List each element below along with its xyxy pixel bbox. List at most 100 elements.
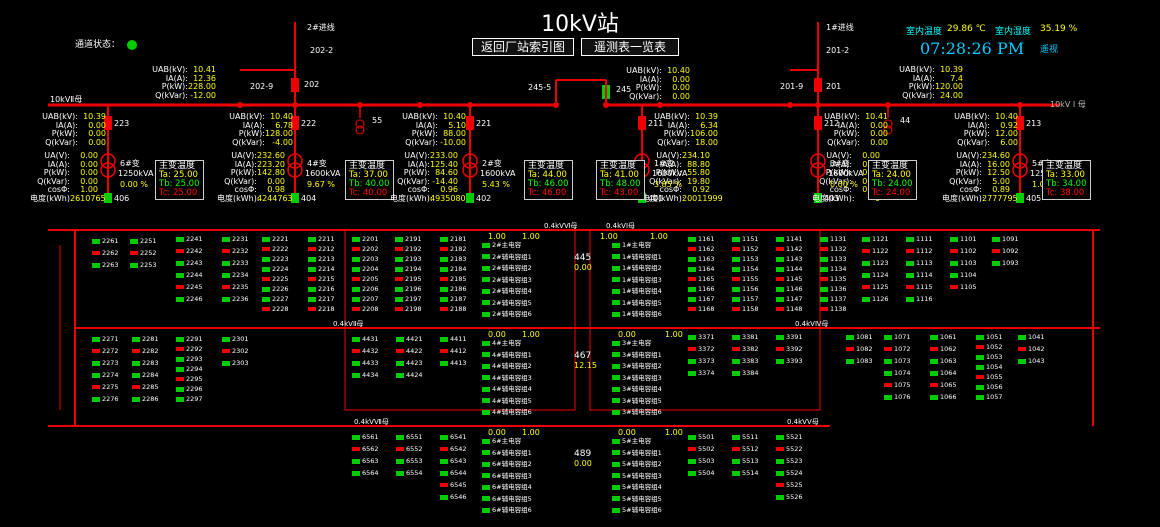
capacitor-item[interactable]: 5#辅电容组3 (612, 472, 662, 480)
lv-feeder-item[interactable]: 4433 (352, 360, 379, 367)
lv-feeder-item[interactable]: 2195 (395, 276, 422, 283)
lv-feeder-item[interactable]: 6561 (352, 434, 379, 441)
lv-feeder-item[interactable]: 2293 (176, 356, 203, 363)
lv-feeder-item[interactable]: 3392 (776, 346, 803, 353)
lv-feeder-item[interactable]: 1073 (884, 358, 911, 365)
bus-tie-id[interactable]: 489 (574, 450, 591, 459)
lv-feeder-item[interactable]: 2193 (395, 256, 422, 263)
lv-feeder-item[interactable]: 2285 (132, 384, 159, 391)
switch-201-9[interactable]: 201-9 (780, 83, 803, 91)
lv-feeder-item[interactable]: 4431 (352, 336, 379, 343)
lv-breaker-id[interactable]: 405 (1026, 195, 1041, 203)
lv-feeder-item[interactable]: 1112 (906, 248, 933, 255)
capacitor-item[interactable]: 2#辅电容组1 (482, 253, 532, 261)
capacitor-item[interactable]: 6#辅电容组3 (482, 472, 532, 480)
lv-feeder-item[interactable]: 3384 (732, 370, 759, 377)
lv-feeder-item[interactable]: 2253 (130, 262, 157, 269)
lv-feeder-item[interactable]: 2215 (308, 276, 335, 283)
capacitor-item[interactable]: 2#辅电容组2 (482, 265, 532, 272)
lv-feeder-item[interactable]: 1114 (906, 272, 933, 279)
lv-feeder-item[interactable]: 2185 (440, 276, 467, 283)
capacitor-item[interactable]: 3#辅电容组1 (612, 351, 662, 359)
capacitor-item[interactable]: 4#辅电容组5 (482, 397, 532, 405)
lv-feeder-item[interactable]: 1115 (906, 284, 933, 291)
feeder-id[interactable]: 221 (476, 120, 491, 128)
lv-feeder-item[interactable]: 1142 (776, 246, 803, 253)
lv-feeder-item[interactable]: 4424 (396, 372, 423, 379)
lv-feeder-item[interactable]: 2242 (176, 248, 203, 255)
capacitor-item[interactable]: 3#辅电容组4 (612, 386, 662, 393)
lv-feeder-item[interactable]: 1055 (976, 374, 1003, 381)
lv-feeder-item[interactable]: 1082 (846, 346, 873, 353)
lv-feeder-item[interactable]: 1101 (950, 236, 977, 243)
capacitor-item[interactable]: 6#辅电容组6 (482, 507, 532, 514)
lv-feeder-item[interactable]: 2204 (352, 266, 379, 273)
lv-feeder-item[interactable]: 3383 (732, 358, 759, 365)
feeder-id[interactable]: 222 (301, 120, 316, 128)
lv-feeder-item[interactable]: 1051 (976, 334, 1003, 341)
lv-feeder-item[interactable]: 2284 (132, 372, 159, 379)
lv-feeder-item[interactable]: 4412 (440, 348, 467, 355)
capacitor-item[interactable]: 2#主电容 (482, 242, 521, 249)
lv-feeder-item[interactable]: 2282 (132, 348, 159, 355)
lv-feeder-item[interactable]: 2224 (262, 266, 289, 273)
lv-feeder-item[interactable]: 2192 (395, 246, 422, 253)
lv-feeder-item[interactable]: 2232 (222, 248, 249, 255)
lv-feeder-item[interactable]: 1043 (1018, 358, 1045, 365)
lv-feeder-item[interactable]: 2241 (176, 236, 203, 243)
lv-feeder-item[interactable]: 2183 (440, 256, 467, 263)
lv-feeder-item[interactable]: 1123 (862, 260, 889, 267)
lv-feeder-item[interactable]: 2217 (308, 296, 335, 303)
lv-feeder-item[interactable]: 1052 (976, 344, 1003, 351)
lv-feeder-item[interactable]: 4434 (352, 372, 379, 379)
lv-feeder-item[interactable]: 2182 (440, 246, 467, 253)
lv-feeder-item[interactable]: 1081 (846, 334, 873, 341)
lv-feeder-item[interactable]: 5514 (732, 470, 759, 477)
switch-245-5[interactable]: 245-5 (528, 84, 551, 92)
lv-feeder-item[interactable]: 1146 (776, 286, 803, 293)
lv-feeder-item[interactable]: 1148 (776, 306, 803, 313)
lv-feeder-item[interactable]: 2212 (308, 246, 335, 253)
lv-feeder-item[interactable]: 1143 (776, 256, 803, 263)
capacitor-item[interactable]: 1#辅电容组2 (612, 265, 662, 272)
lv-feeder-item[interactable]: 3372 (688, 346, 715, 353)
lv-feeder-item[interactable]: 2196 (395, 286, 422, 293)
capacitor-item[interactable]: 1#主电容 (612, 242, 651, 249)
capacitor-item[interactable]: 3#主电容 (612, 340, 651, 347)
lv-feeder-item[interactable]: 5526 (776, 494, 803, 501)
lv-feeder-item[interactable]: 2236 (222, 296, 249, 303)
lv-feeder-item[interactable]: 2188 (440, 306, 467, 313)
lv-feeder-item[interactable]: 1154 (732, 266, 759, 273)
lv-feeder-item[interactable]: 1138 (820, 306, 847, 313)
lv-feeder-item[interactable]: 5524 (776, 470, 803, 477)
capacitor-item[interactable]: 2#辅电容组4 (482, 288, 532, 295)
lv-feeder-item[interactable]: 5521 (776, 434, 803, 441)
lv-feeder-item[interactable]: 6545 (440, 482, 467, 489)
lv-feeder-item[interactable]: 2181 (440, 236, 467, 243)
lv-feeder-item[interactable]: 1151 (732, 236, 759, 243)
lv-feeder-item[interactable]: 2216 (308, 286, 335, 293)
lv-feeder-item[interactable]: 6542 (440, 446, 467, 453)
lv-feeder-item[interactable]: 2184 (440, 266, 467, 273)
lv-feeder-item[interactable]: 2294 (176, 366, 203, 373)
lv-breaker-id[interactable]: 402 (476, 195, 491, 203)
lv-feeder-item[interactable]: 2295 (176, 376, 203, 383)
lv-feeder-item[interactable]: 1063 (930, 358, 957, 365)
lv-feeder-item[interactable]: 6564 (352, 470, 379, 477)
lv-feeder-item[interactable]: 2246 (176, 296, 203, 303)
lv-feeder-item[interactable]: 1111 (906, 236, 933, 243)
capacitor-item[interactable]: 3#辅电容组5 (612, 397, 662, 405)
lv-feeder-item[interactable]: 1104 (950, 272, 977, 279)
lv-feeder-item[interactable]: 2218 (308, 306, 335, 313)
lv-feeder-item[interactable]: 1155 (732, 276, 759, 283)
lv-feeder-item[interactable]: 2206 (352, 286, 379, 293)
lv-feeder-item[interactable]: 5523 (776, 458, 803, 465)
bus-tie-id[interactable]: 467 (574, 352, 591, 361)
lv-feeder-item[interactable]: 1126 (862, 296, 889, 303)
lv-feeder-item[interactable]: 5522 (776, 446, 803, 453)
lv-breaker-id[interactable]: 406 (114, 195, 129, 203)
lv-feeder-item[interactable]: 2235 (222, 284, 249, 291)
lv-feeder-item[interactable]: 1157 (732, 296, 759, 303)
lv-feeder-item[interactable]: 2207 (352, 296, 379, 303)
breaker-202-label[interactable]: 202 (304, 81, 319, 89)
